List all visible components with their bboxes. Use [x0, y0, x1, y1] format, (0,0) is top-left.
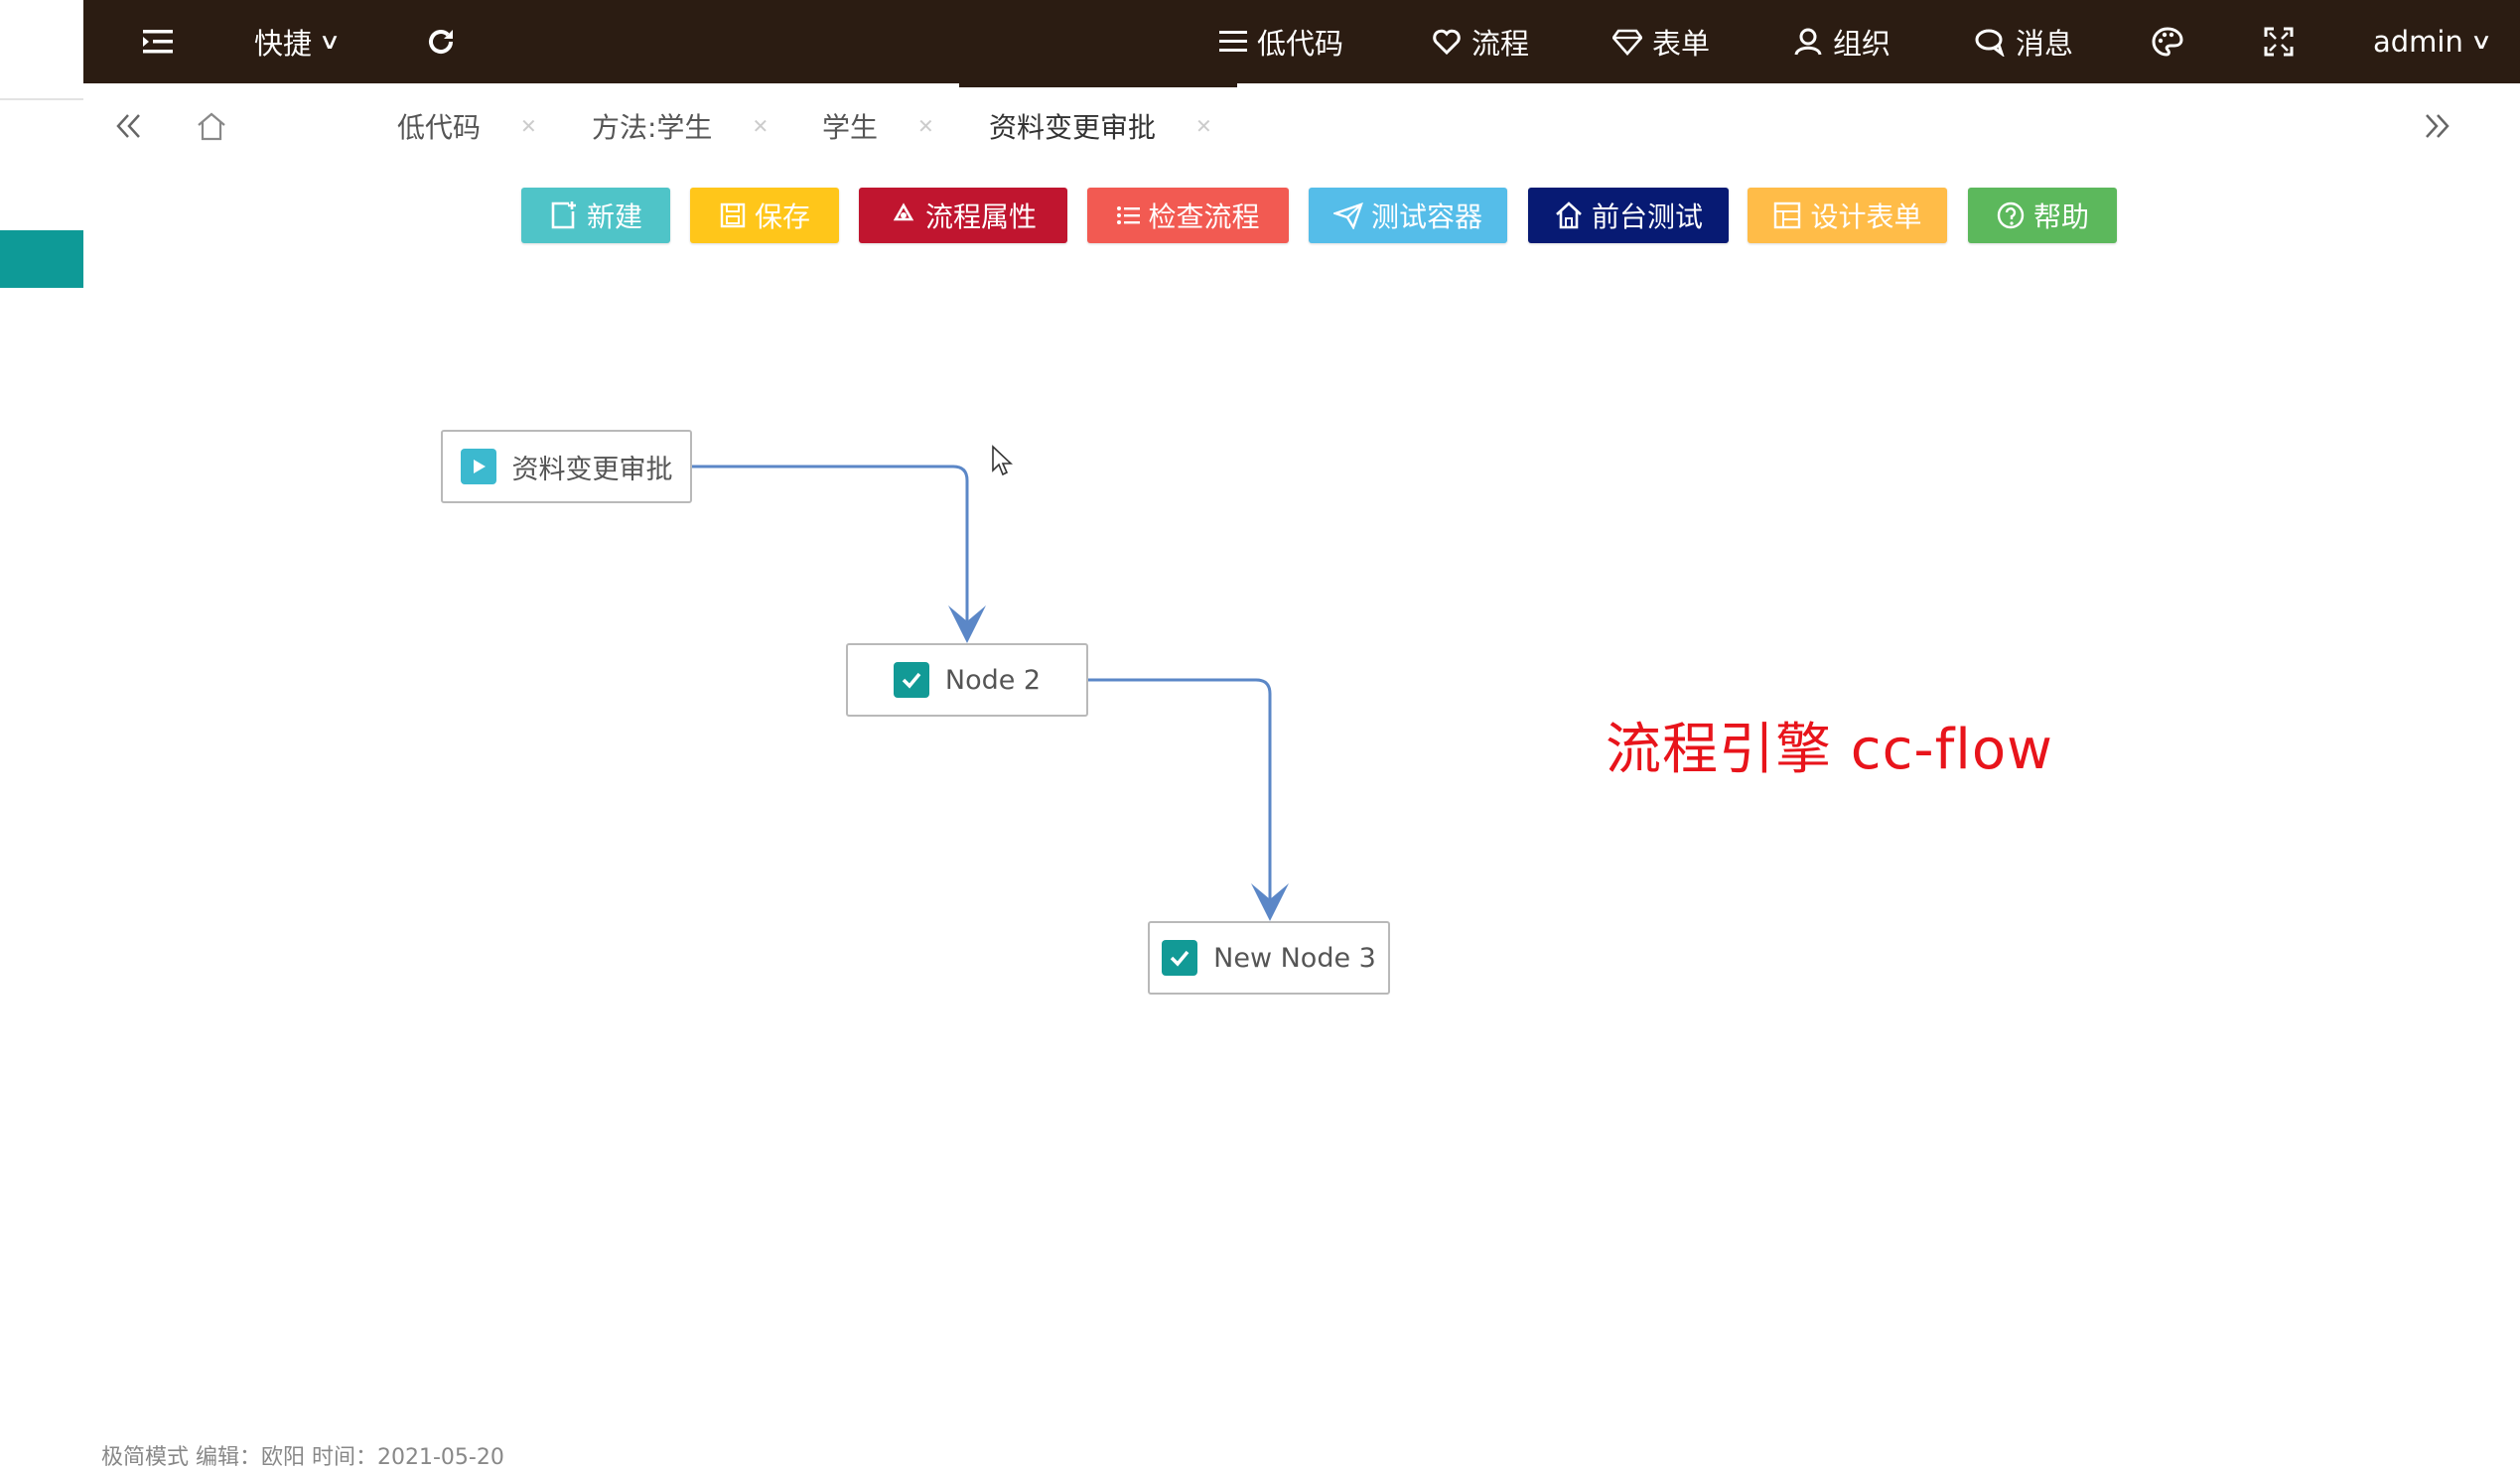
flow-node-2[interactable]: Node 2	[846, 643, 1088, 717]
check-icon	[1162, 940, 1198, 976]
check-icon	[893, 662, 929, 698]
flow-node-start[interactable]: 资料变更审批	[441, 430, 692, 503]
watermark-text: 流程引擎 cc-flow	[1606, 718, 2053, 782]
flow-node-3[interactable]: New Node 3	[1148, 921, 1390, 995]
flow-edges	[692, 465, 1289, 921]
play-icon	[460, 449, 496, 484]
edge-node2-to-node3	[1088, 678, 1272, 911]
flow-canvas[interactable]: 资料变更审批 Node 2 New Node 3	[0, 0, 2520, 1459]
node-label: Node 2	[944, 664, 1042, 696]
node-label: 资料变更审批	[511, 454, 673, 485]
footer-info: 极简模式 编辑：欧阳 时间：2021-05-20	[101, 1445, 504, 1470]
edge-start-to-node2	[692, 465, 969, 633]
node-label: New Node 3	[1213, 942, 1376, 974]
cursor-icon	[992, 445, 1014, 476]
